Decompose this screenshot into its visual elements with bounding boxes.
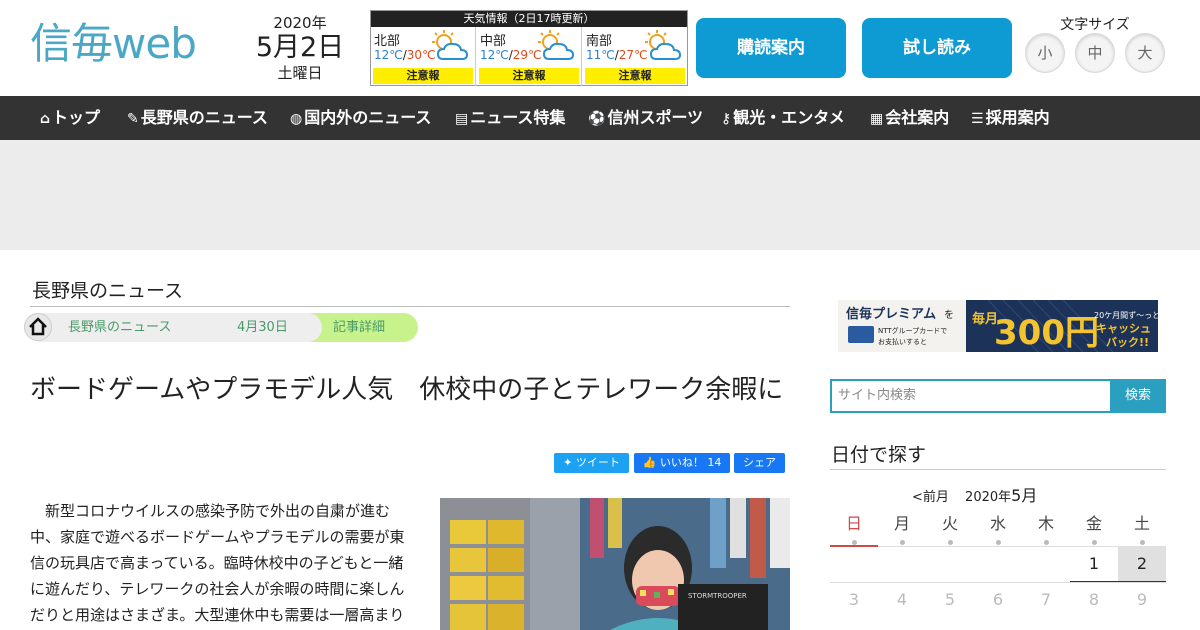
weather-region-north[interactable]: 北部 12℃/30℃ 注意報 (371, 27, 476, 86)
subscription-info-button[interactable]: 購読案内 (696, 18, 846, 78)
calendar-weekday-sun: 日 (830, 510, 878, 545)
facebook-share-button[interactable]: シェア (734, 453, 785, 473)
article-headline: ボードゲームやプラモデル人気 休校中の子とテレワーク余暇に (30, 375, 784, 405)
document-icon: ▤ (455, 111, 469, 127)
weather-title: 天気情報（2日17時更新） (371, 11, 687, 27)
calendar-day: 5 (944, 590, 956, 609)
weather-widget[interactable]: 天気情報（2日17時更新） 北部 12℃/30℃ 注意報 中部 12℃/29℃ … (370, 10, 688, 86)
nav-item-entertainment[interactable]: ⚷ 観光・エンタメ (721, 96, 845, 140)
calendar-day: 9 (1136, 590, 1148, 609)
calendar-weekday-tue: 火 (926, 510, 974, 545)
svg-text:信毎プレミアム: 信毎プレミアム (846, 306, 936, 322)
weather-temps: 11℃/27℃ (586, 48, 648, 62)
calendar-weekday-sat: 土 (1118, 510, 1166, 545)
font-size-large-button[interactable]: 大 (1125, 33, 1165, 73)
logo-mark: 信毎web (30, 19, 197, 68)
tweet-button[interactable]: ✦ ツイート (554, 453, 629, 473)
calendar-day: 6 (992, 590, 1004, 609)
premium-banner-graphic: 信毎プレミアム を NTTグループカードで お支払いすると 毎月 300円 20… (838, 300, 1158, 352)
date-month-day: 5月2日 (255, 32, 345, 63)
home-icon (29, 317, 47, 336)
sun-cloud-icon (645, 30, 682, 60)
svg-text:キャッシュ: キャッシュ (1096, 322, 1151, 335)
calendar-divider (830, 469, 1166, 470)
weather-warning-badge: 注意報 (373, 68, 473, 84)
nav-item-nagano-news[interactable]: ✎ 長野県のニュース (127, 96, 268, 140)
calendar-weekday-fri: 金 (1070, 510, 1118, 545)
current-date: 2020年 5月2日 土曜日 (252, 14, 348, 82)
nav-item-world-news[interactable]: ◍ 国内外のニュース (290, 96, 431, 140)
calendar-weekday-wed: 水 (974, 510, 1022, 545)
weather-region-south[interactable]: 南部 11℃/27℃ 注意報 (583, 27, 688, 86)
svg-text:を: を (944, 309, 954, 321)
trial-read-button[interactable]: 試し読み (862, 18, 1012, 78)
site-logo[interactable]: 信毎web (30, 14, 230, 82)
weather-warning-badge: 注意報 (479, 68, 579, 84)
key-icon: ⚷ (721, 111, 732, 127)
section-title: 長野県のニュース (32, 280, 184, 302)
sun-cloud-icon (432, 30, 469, 60)
svg-text:NTTグループカードで: NTTグループカードで (878, 326, 947, 335)
weather-warning-badge: 注意報 (585, 68, 685, 84)
site-search-input[interactable]: サイト内検索 (830, 379, 1112, 413)
article-photo-image: STORMTROOPER (440, 498, 790, 630)
home-icon: ⌂ (40, 111, 51, 127)
section-divider (30, 306, 790, 307)
date-weekday: 土曜日 (277, 64, 323, 82)
svg-text:お支払いすると: お支払いすると (878, 337, 927, 346)
sun-cloud-icon (538, 30, 575, 60)
nav-item-sports[interactable]: ⚽ 信州スポーツ (588, 96, 703, 140)
list-icon: ☰ (971, 111, 984, 127)
weather-temps: 12℃/30℃ (374, 48, 436, 62)
nav-item-news-features[interactable]: ▤ ニュース特集 (455, 96, 565, 140)
calendar-sunday-accent (830, 545, 878, 547)
breadcrumb-home[interactable] (24, 313, 52, 341)
svg-text:STORMTROOPER: STORMTROOPER (688, 592, 747, 600)
building-icon: ▦ (870, 111, 884, 127)
article-body: 新型コロナウイルスの感染予防で外出の自粛が進む中、家庭で遊べるボードゲームやプラ… (30, 502, 405, 624)
calendar-day: 4 (896, 590, 908, 609)
sports-icon: ⚽ (588, 111, 606, 127)
premium-cashback-banner[interactable]: 信毎プレミアム を NTTグループカードで お支払いすると 毎月 300円 20… (838, 300, 1158, 352)
calendar-current-month: 2020年5月 (965, 486, 1038, 505)
breadcrumb-item-nagano-news[interactable]: 長野県のニュース (38, 313, 228, 342)
date-year: 2020年 (273, 14, 327, 32)
calendar-navigation: <前月 2020年5月 (912, 482, 1037, 506)
weather-region-name: 中部 (480, 34, 507, 49)
main-nav: ⌂ トップ ✎ 長野県のニュース ◍ 国内外のニュース ▤ ニュース特集 ⚽ 信州スポーツ… (0, 96, 1200, 140)
ad-banner-area (0, 140, 1200, 250)
nav-item-recruit[interactable]: ☰ 採用案内 (971, 96, 1050, 140)
calendar-day[interactable]: 1 (1070, 546, 1118, 582)
svg-text:バック!!: バック!! (1106, 336, 1149, 349)
nav-item-top[interactable]: ⌂ トップ (40, 96, 100, 140)
calendar-prev-month-link[interactable]: <前月 (912, 490, 949, 505)
calendar-day-selected[interactable]: 2 (1118, 546, 1166, 582)
weather-region-name: 北部 (374, 34, 401, 49)
svg-text:300円: 300円 (994, 313, 1099, 352)
globe-icon: ◍ (290, 111, 303, 127)
font-size-label: 文字サイズ (1060, 17, 1130, 33)
calendar-day: 7 (1040, 590, 1052, 609)
font-size-small-button[interactable]: 小 (1025, 33, 1065, 73)
nav-item-company[interactable]: ▦ 会社案内 (870, 96, 949, 140)
calendar-title: 日付で探す (831, 444, 927, 466)
pen-icon: ✎ (127, 111, 139, 127)
calendar-weekday-mon: 月 (878, 510, 926, 545)
thumbs-up-icon: 👍 (642, 456, 657, 469)
svg-text:20ケ月間ず〜っと: 20ケ月間ず〜っと (1094, 310, 1158, 320)
weather-region-name: 南部 (586, 34, 613, 49)
search-button[interactable]: 検索 (1110, 379, 1166, 413)
font-size-medium-button[interactable]: 中 (1075, 33, 1115, 73)
article-photo[interactable]: STORMTROOPER (440, 498, 790, 630)
twitter-bird-icon: ✦ (563, 456, 573, 469)
weather-region-central[interactable]: 中部 12℃/29℃ 注意報 (477, 27, 582, 86)
svg-text:信毎web: 信毎web (30, 19, 196, 68)
facebook-like-button[interactable]: 👍 いいね！ 14 (634, 453, 730, 473)
calendar-day: 8 (1088, 590, 1100, 609)
calendar-day: 3 (848, 590, 860, 609)
calendar-weekday-thu: 木 (1022, 510, 1070, 545)
site-header: 信毎web 2020年 5月2日 土曜日 天気情報（2日17時更新） 北部 12… (0, 0, 1200, 96)
weather-temps: 12℃/29℃ (480, 48, 542, 62)
